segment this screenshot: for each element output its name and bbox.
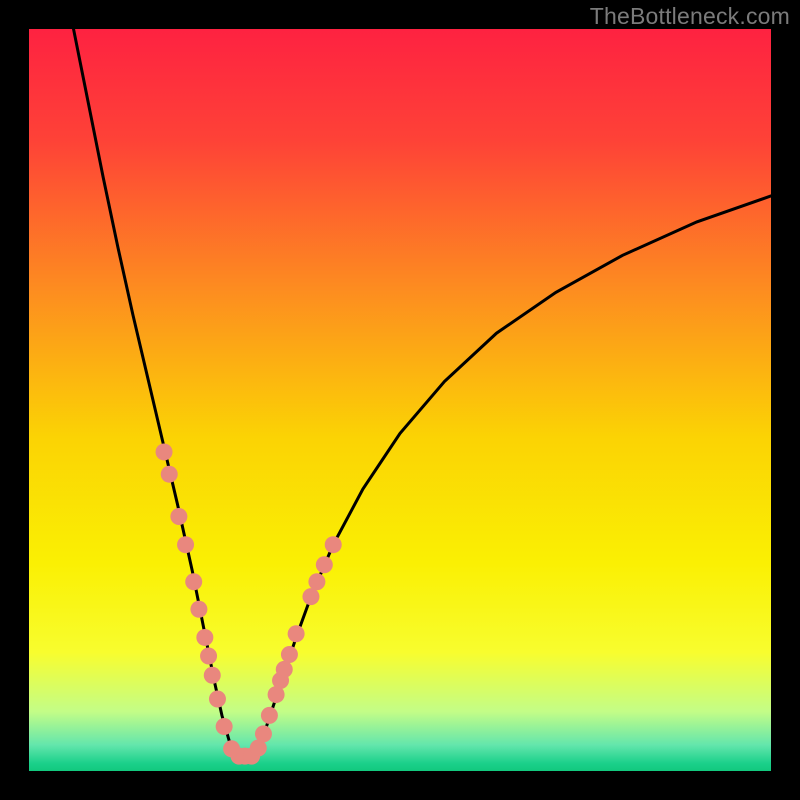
data-marker bbox=[190, 601, 207, 618]
data-marker bbox=[276, 661, 293, 678]
data-marker bbox=[261, 707, 278, 724]
gradient-background bbox=[29, 29, 771, 771]
data-marker bbox=[196, 629, 213, 646]
data-marker bbox=[216, 718, 233, 735]
plot-area bbox=[29, 29, 771, 771]
chart-frame: TheBottleneck.com bbox=[0, 0, 800, 800]
data-marker bbox=[209, 691, 226, 708]
data-marker bbox=[156, 443, 173, 460]
watermark-text: TheBottleneck.com bbox=[590, 3, 790, 30]
data-marker bbox=[302, 588, 319, 605]
data-marker bbox=[325, 536, 342, 553]
data-marker bbox=[185, 573, 202, 590]
data-marker bbox=[255, 725, 272, 742]
data-marker bbox=[200, 647, 217, 664]
data-marker bbox=[288, 625, 305, 642]
data-marker bbox=[177, 536, 194, 553]
data-marker bbox=[281, 646, 298, 663]
data-marker bbox=[204, 667, 221, 684]
data-marker bbox=[316, 556, 333, 573]
data-marker bbox=[161, 466, 178, 483]
data-marker bbox=[308, 573, 325, 590]
data-marker bbox=[170, 508, 187, 525]
